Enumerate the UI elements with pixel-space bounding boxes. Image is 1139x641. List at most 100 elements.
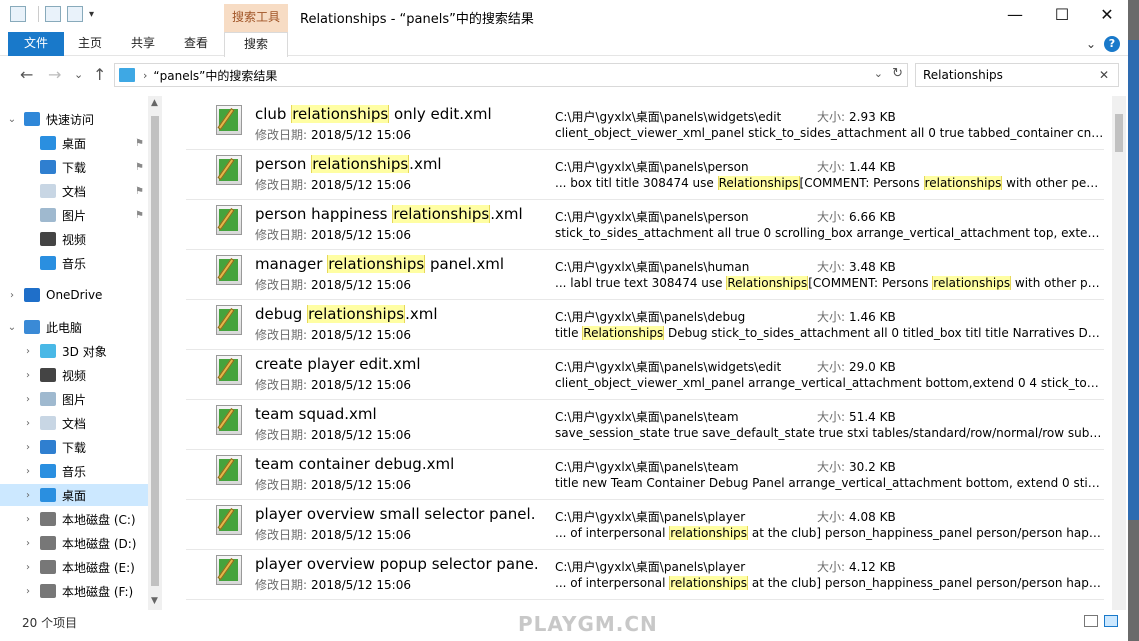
close-button[interactable]: ✕: [1084, 0, 1130, 32]
result-row[interactable]: team container debug.xml 修改日期: 2018/5/12 1…: [186, 450, 1104, 500]
scroll-down-icon[interactable]: ▼: [151, 596, 158, 606]
sidebar-item[interactable]: ⌄ 此电脑: [0, 316, 148, 338]
back-button[interactable]: ←: [20, 65, 33, 84]
sidebar-item[interactable]: › 3D 对象: [0, 340, 148, 362]
content-view-icon[interactable]: [1104, 615, 1118, 627]
navigation-scrollbar[interactable]: ▲ ▼: [148, 96, 162, 610]
file-name[interactable]: person relationships.xml: [255, 155, 537, 173]
sidebar-item[interactable]: › 桌面: [0, 484, 148, 506]
sidebar-item[interactable]: › 音乐: [0, 460, 148, 482]
up-button[interactable]: ↑: [93, 65, 106, 84]
breadcrumb[interactable]: “panels”中的搜索结果: [153, 67, 277, 84]
expand-chevron-icon[interactable]: ⌄: [6, 114, 18, 125]
details-view-icon[interactable]: [1084, 615, 1098, 627]
refresh-icon[interactable]: ↻: [892, 66, 903, 81]
sidebar-item[interactable]: 视频: [0, 228, 148, 250]
sidebar-item[interactable]: 桌面 ⚑: [0, 132, 148, 154]
file-name[interactable]: team container debug.xml: [255, 455, 537, 473]
expand-ribbon-chevron-icon[interactable]: ⌄: [1086, 37, 1096, 51]
expand-chevron-icon[interactable]: ⌄: [6, 322, 18, 333]
new-folder-icon[interactable]: [67, 6, 83, 22]
sidebar-item[interactable]: › 视频: [0, 364, 148, 386]
file-name[interactable]: team squad.xml: [255, 405, 537, 423]
properties-icon[interactable]: [45, 6, 61, 22]
minimize-button[interactable]: —: [992, 0, 1038, 32]
scrollbar-thumb[interactable]: [151, 116, 159, 586]
help-icon[interactable]: ?: [1104, 36, 1120, 52]
expand-chevron-icon[interactable]: ›: [22, 466, 34, 477]
sidebar-item[interactable]: 文档 ⚑: [0, 180, 148, 202]
file-name-text: club: [255, 105, 292, 123]
tab-view[interactable]: 查看: [172, 32, 220, 56]
pin-icon[interactable]: ⚑: [135, 210, 144, 221]
expand-chevron-icon[interactable]: ›: [6, 290, 18, 301]
file-name-text: player overview popup selector pane...: [255, 555, 537, 573]
file-name[interactable]: debug relationships.xml: [255, 305, 537, 323]
results-scrollbar[interactable]: [1112, 96, 1126, 610]
result-row[interactable]: debug relationships.xml 修改日期: 2018/5/12 15…: [186, 300, 1104, 350]
file-name[interactable]: create player edit.xml: [255, 355, 537, 373]
pin-icon[interactable]: ⚑: [135, 186, 144, 197]
sidebar-item[interactable]: 图片 ⚑: [0, 204, 148, 226]
sidebar-item[interactable]: › 文档: [0, 412, 148, 434]
sidebar-item-label: 本地磁盘 (D:): [62, 536, 137, 551]
tab-share[interactable]: 共享: [118, 32, 168, 56]
customize-qat-chevron-icon[interactable]: ▾: [89, 9, 94, 20]
scrollbar-thumb[interactable]: [1115, 114, 1123, 152]
maximize-button[interactable]: ☐: [1039, 0, 1085, 32]
match-highlight: relationships: [669, 526, 749, 540]
sidebar-item[interactable]: › 本地磁盘 (F:): [0, 580, 148, 602]
file-name[interactable]: player overview popup selector pane...: [255, 555, 537, 573]
recent-locations-chevron-icon[interactable]: ⌄: [74, 68, 83, 81]
result-row[interactable]: team squad.xml 修改日期: 2018/5/12 15:06 C:\用户\…: [186, 400, 1104, 450]
pin-icon[interactable]: ⚑: [135, 138, 144, 149]
expand-chevron-icon[interactable]: ›: [22, 514, 34, 525]
sidebar-item[interactable]: 下载 ⚑: [0, 156, 148, 178]
expand-chevron-icon[interactable]: ›: [22, 442, 34, 453]
sidebar-item[interactable]: ⌄ 快速访问: [0, 108, 148, 130]
expand-chevron-icon[interactable]: ›: [22, 490, 34, 501]
expand-chevron-icon[interactable]: ›: [22, 586, 34, 597]
scroll-up-icon[interactable]: ▲: [151, 98, 158, 108]
address-bar[interactable]: › “panels”中的搜索结果 ⌄ ↻: [114, 63, 908, 87]
clear-search-icon[interactable]: ✕: [1099, 64, 1109, 86]
result-row[interactable]: player overview small selector panel. 修改日…: [186, 500, 1104, 550]
tab-search[interactable]: 搜索: [224, 32, 288, 57]
sidebar-item[interactable]: › 下载: [0, 436, 148, 458]
content-snippet: title Relationships Debug stick_to_sides…: [555, 326, 1104, 340]
file-name[interactable]: person happiness relationships.xml: [255, 205, 537, 223]
expand-chevron-icon[interactable]: ›: [22, 346, 34, 357]
modified-date-label: 修改日期:: [255, 578, 308, 592]
content-snippet: title new Team Container Debug Panel arr…: [555, 476, 1104, 490]
match-highlight: relationships: [311, 155, 410, 173]
sidebar-item[interactable]: 音乐: [0, 252, 148, 274]
sidebar-item[interactable]: › OneDrive: [0, 284, 148, 306]
file-name[interactable]: player overview small selector panel.: [255, 505, 537, 523]
breadcrumb-chevron-icon[interactable]: ›: [143, 69, 147, 82]
result-row[interactable]: person happiness relationships.xml 修改日期: 2…: [186, 200, 1104, 250]
file-name[interactable]: club relationships only edit.xml: [255, 105, 537, 123]
result-row[interactable]: club relationships only edit.xml 修改日期: 201…: [186, 100, 1104, 150]
result-row[interactable]: create player edit.xml 修改日期: 2018/5/12 15:…: [186, 350, 1104, 400]
sidebar-item[interactable]: › 本地磁盘 (D:): [0, 532, 148, 554]
address-dropdown-icon[interactable]: ⌄: [874, 67, 883, 80]
file-size: 大小: 1.46 KB: [817, 308, 896, 325]
result-row[interactable]: player overview popup selector pane... 修改…: [186, 550, 1104, 600]
expand-chevron-icon[interactable]: ›: [22, 418, 34, 429]
snippet-text: Debug stick_to_sides_attachment all 0 ti…: [664, 326, 1104, 340]
tab-home[interactable]: 主页: [66, 32, 114, 56]
sidebar-item[interactable]: › 图片: [0, 388, 148, 410]
expand-chevron-icon[interactable]: ›: [22, 538, 34, 549]
expand-chevron-icon[interactable]: ›: [22, 370, 34, 381]
expand-chevron-icon[interactable]: ›: [22, 394, 34, 405]
sidebar-item[interactable]: › 本地磁盘 (C:): [0, 508, 148, 530]
file-name[interactable]: manager relationships panel.xml: [255, 255, 537, 273]
search-input[interactable]: Relationships ✕: [915, 63, 1119, 87]
forward-button[interactable]: →: [48, 65, 61, 84]
sidebar-item[interactable]: › 本地磁盘 (E:): [0, 556, 148, 578]
pin-icon[interactable]: ⚑: [135, 162, 144, 173]
result-row[interactable]: manager relationships panel.xml 修改日期: 2018…: [186, 250, 1104, 300]
tab-file[interactable]: 文件: [8, 32, 64, 56]
expand-chevron-icon[interactable]: ›: [22, 562, 34, 573]
result-row[interactable]: person relationships.xml 修改日期: 2018/5/12 1…: [186, 150, 1104, 200]
